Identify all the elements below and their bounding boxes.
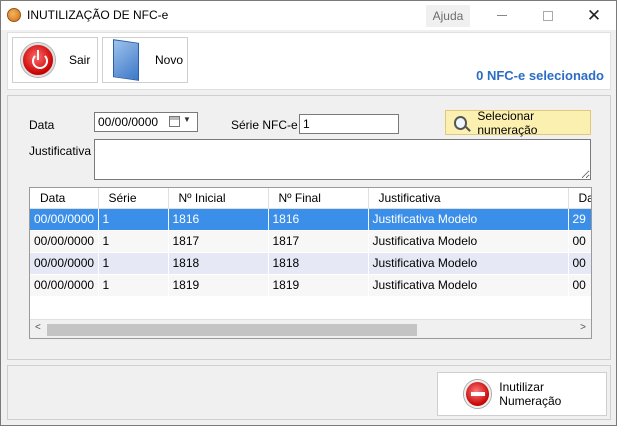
novo-button[interactable]: Novo: [102, 37, 188, 83]
cell: Justificativa Modelo: [368, 274, 569, 297]
cell: Justificativa Modelo: [368, 208, 569, 231]
justificativa-label: Justificativa: [29, 144, 92, 158]
cell: 1: [98, 252, 169, 275]
cell: 1816: [168, 208, 269, 231]
close-button[interactable]: ✕: [571, 1, 617, 30]
maximize-icon: [543, 10, 553, 21]
filter-panel: Data ▼ Série NFC-e Selecionar numeração …: [7, 95, 611, 360]
selecionar-label: Selecionar numeração: [477, 108, 538, 137]
novo-label: Novo: [155, 53, 184, 67]
cell: 1: [98, 208, 169, 231]
col-justificativa[interactable]: Justificativa: [368, 188, 569, 209]
cell: 1819: [268, 274, 369, 297]
col-inicial[interactable]: Nº Inicial: [168, 188, 269, 209]
scroll-thumb[interactable]: [47, 324, 417, 336]
horizontal-scrollbar[interactable]: < >: [30, 319, 591, 338]
cell: Justificativa Modelo: [368, 230, 569, 253]
cell: 1: [98, 230, 169, 253]
col-da[interactable]: Da: [568, 188, 591, 209]
cell: 00: [568, 252, 591, 275]
app-icon: [7, 8, 21, 22]
cell: 1: [98, 274, 169, 297]
cell: 1817: [268, 230, 369, 253]
minimize-button[interactable]: [479, 1, 525, 30]
cell: 29: [568, 208, 591, 231]
grid-table: Data Série Nº Inicial Nº Final Justifica…: [30, 188, 591, 297]
cell: 1819: [168, 274, 269, 297]
cell: 1818: [168, 252, 269, 275]
document-icon: [113, 39, 139, 81]
inutilizar-label: Inutilizar Numeração: [499, 380, 562, 408]
col-data[interactable]: Data: [30, 188, 99, 209]
data-label: Data: [29, 118, 55, 132]
chevron-down-icon[interactable]: ▼: [183, 115, 191, 124]
window-title: INUTILIZAÇÃO DE NFC-e: [27, 8, 169, 22]
cell: 00: [568, 230, 591, 253]
col-final[interactable]: Nº Final: [268, 188, 369, 209]
sair-button[interactable]: Sair: [12, 37, 98, 83]
cell: 1816: [268, 208, 369, 231]
footer-panel: Inutilizar Numeração: [7, 365, 611, 420]
calendar-icon[interactable]: [169, 116, 180, 127]
title-bar: INUTILIZAÇÃO DE NFC-e Ajuda ✕: [1, 1, 616, 30]
col-serie[interactable]: Série: [98, 188, 169, 209]
cell: 00/00/0000: [30, 230, 99, 253]
sair-label: Sair: [69, 53, 91, 67]
nfce-grid[interactable]: Data Série Nº Inicial Nº Final Justifica…: [29, 187, 592, 339]
cell: 00/00/0000: [30, 208, 99, 231]
grid-header: Data Série Nº Inicial Nº Final Justifica…: [30, 188, 591, 209]
toolbar: Sair Novo 0 NFC-e selecionado: [7, 32, 611, 90]
cell: 1817: [168, 230, 269, 253]
cell: 00: [568, 274, 591, 297]
scroll-right-icon[interactable]: >: [580, 322, 586, 333]
scroll-left-icon[interactable]: <: [35, 322, 41, 333]
main-window: INUTILIZAÇÃO DE NFC-e Ajuda ✕ Sair Novo …: [0, 0, 617, 426]
magnifier-icon: [454, 115, 468, 130]
table-row[interactable]: 00/00/0000 1 1817 1817 Justificativa Mod…: [30, 230, 591, 253]
table-row[interactable]: 00/00/0000 1 1816 1816 Justificativa Mod…: [30, 208, 591, 231]
cell: Justificativa Modelo: [368, 252, 569, 275]
cell: 1818: [268, 252, 369, 275]
selected-count: 0 NFC-e selecionado: [476, 68, 604, 83]
minimize-icon: [497, 15, 507, 16]
cell: 00/00/0000: [30, 252, 99, 275]
no-entry-icon: [464, 380, 492, 408]
selecionar-numeracao-button[interactable]: Selecionar numeração: [445, 108, 591, 137]
power-icon: [21, 43, 55, 77]
cell: 00/00/0000: [30, 274, 99, 297]
serie-label: Série NFC-e: [231, 118, 298, 132]
maximize-button[interactable]: [525, 1, 571, 30]
close-icon: ✕: [586, 5, 602, 25]
justificativa-field[interactable]: [94, 139, 591, 180]
table-row[interactable]: 00/00/0000 1 1819 1819 Justificativa Mod…: [30, 274, 591, 297]
serie-field[interactable]: [299, 114, 399, 134]
table-row[interactable]: 00/00/0000 1 1818 1818 Justificativa Mod…: [30, 252, 591, 275]
inutilizar-numeracao-button[interactable]: Inutilizar Numeração: [437, 372, 607, 416]
help-button[interactable]: Ajuda: [426, 5, 470, 27]
